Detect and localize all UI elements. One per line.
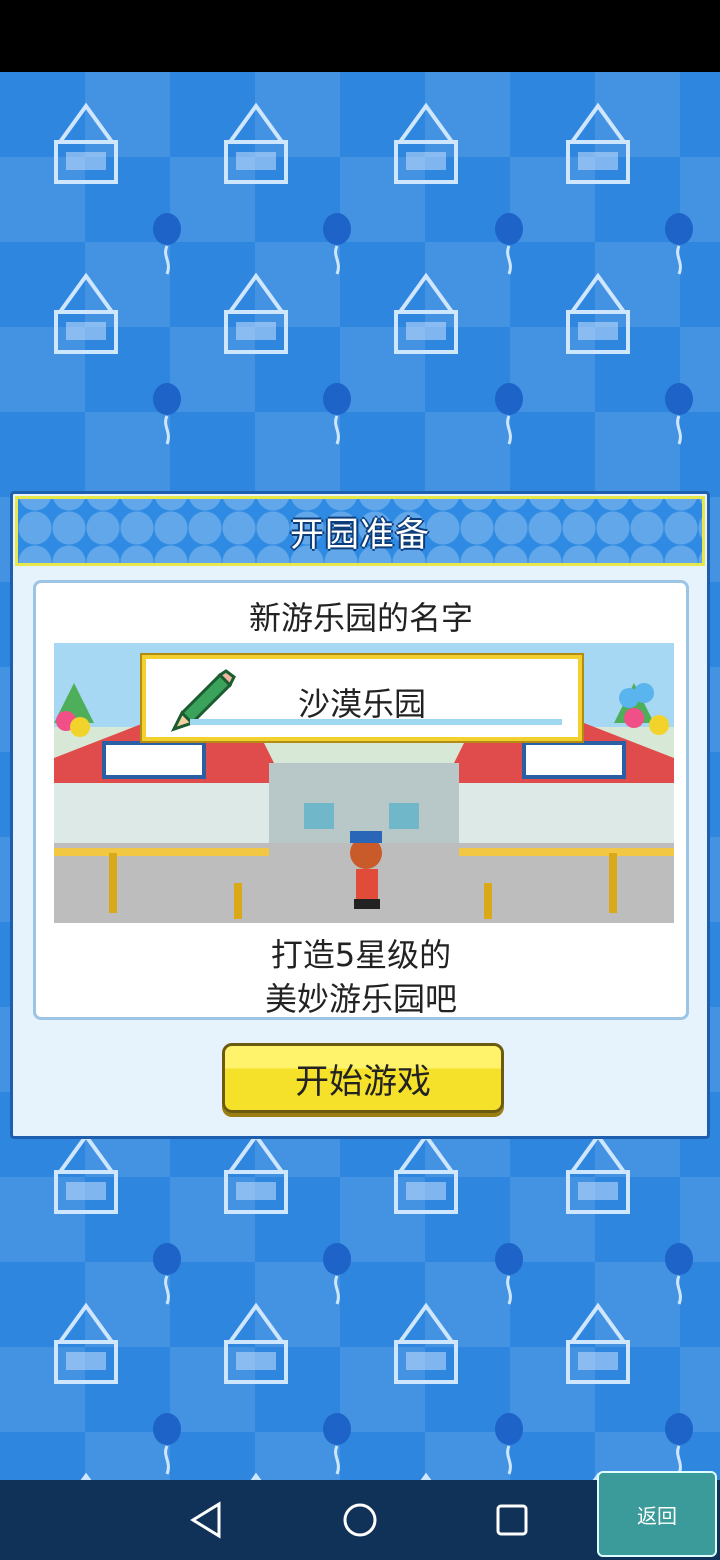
- dialog-header: 开园准备: [15, 496, 705, 566]
- carousel-tent-icon: [224, 102, 288, 184]
- balloon-icon: [665, 1413, 693, 1475]
- balloon-icon: [665, 1243, 693, 1305]
- carousel-tent-icon: [54, 272, 118, 354]
- balloon-icon: [153, 383, 181, 445]
- caption: 打造5星级的 美妙游乐园吧: [36, 933, 686, 1021]
- park-entrance-illustration: 沙漠乐园: [54, 643, 674, 923]
- balloon-icon: [153, 1243, 181, 1305]
- carousel-tent-icon: [566, 1132, 630, 1214]
- square-recent-icon[interactable]: [492, 1500, 532, 1540]
- start-game-button[interactable]: 开始游戏: [222, 1043, 504, 1113]
- balloon-icon: [495, 213, 523, 275]
- balloon-icon: [323, 1413, 351, 1475]
- balloon-icon: [665, 383, 693, 445]
- carousel-tent-icon: [394, 1132, 458, 1214]
- balloon-icon: [495, 383, 523, 445]
- carousel-tent-icon: [420, 1472, 432, 1480]
- caption-line-2: 美妙游乐园吧: [264, 980, 457, 1018]
- carousel-tent-icon: [54, 1132, 118, 1214]
- balloon-icon: [495, 1243, 523, 1305]
- carousel-tent-icon: [394, 102, 458, 184]
- caption-line-1: 打造5星级的: [270, 936, 452, 974]
- section-label: 新游乐园的名字: [248, 599, 473, 637]
- carousel-tent-icon: [224, 1302, 288, 1384]
- park-name-field[interactable]: 沙漠乐园: [142, 655, 582, 741]
- balloon-icon: [153, 1413, 181, 1475]
- balloon-icon: [323, 213, 351, 275]
- carousel-tent-icon: [566, 102, 630, 184]
- dialog-title: 开园准备: [290, 514, 430, 555]
- balloon-icon: [665, 213, 693, 275]
- park-setup-dialog: 开园准备 新游乐园的名字 沙漠乐园 打造5星级的 美妙游乐园吧 开始游戏: [10, 491, 710, 1139]
- park-name-card: 新游乐园的名字 沙漠乐园 打造5星级的 美妙游乐园吧: [33, 580, 689, 1020]
- carousel-tent-icon: [394, 1302, 458, 1384]
- carousel-tent-icon: [224, 272, 288, 354]
- balloon-icon: [495, 1413, 523, 1475]
- circle-home-icon[interactable]: [340, 1500, 380, 1540]
- carousel-tent-icon: [54, 102, 118, 184]
- carousel-tent-icon: [54, 1302, 118, 1384]
- carousel-tent-icon: [250, 1472, 262, 1480]
- status-bar: [0, 0, 720, 72]
- balloon-icon: [323, 1243, 351, 1305]
- carousel-tent-icon: [566, 1302, 630, 1384]
- triangle-back-icon[interactable]: [187, 1500, 227, 1540]
- back-button[interactable]: 返回: [597, 1471, 717, 1557]
- name-underline: [190, 719, 562, 725]
- balloon-icon: [153, 213, 181, 275]
- carousel-tent-icon: [566, 272, 630, 354]
- carousel-tent-icon: [80, 1472, 92, 1480]
- balloon-icon: [323, 383, 351, 445]
- carousel-tent-icon: [224, 1132, 288, 1214]
- carousel-tent-icon: [394, 272, 458, 354]
